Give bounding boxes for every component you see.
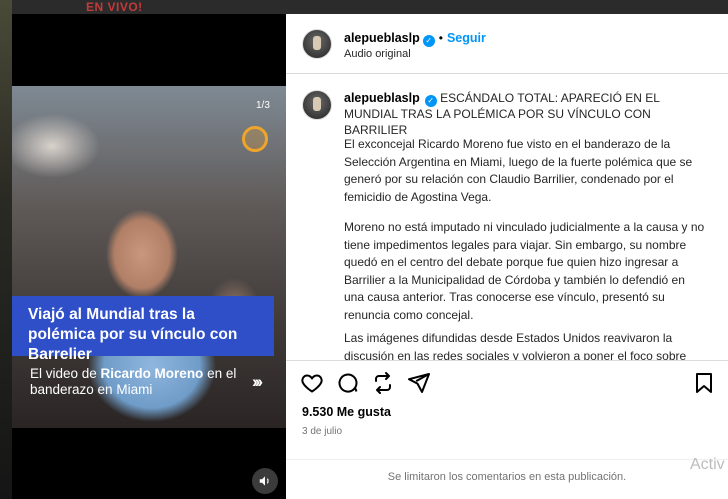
media-caption-pre: El video de — [30, 366, 101, 381]
caption-paragraph-2: Moreno no está imputado ni vinculado jud… — [344, 220, 705, 322]
background-page-strip: EN VIVO! — [0, 0, 728, 14]
post-actions: 9.530 Me gusta 3 de julio Se limitaron l… — [286, 360, 728, 499]
post-panel: alepueblaslp ✓ • Seguir Audio original alep… — [286, 14, 728, 499]
mute-button[interactable] — [252, 468, 278, 494]
background-live-label: EN VIVO! — [86, 0, 143, 14]
post-header: alepueblaslp ✓ • Seguir Audio original — [286, 14, 728, 74]
background-page-edge — [0, 0, 12, 499]
share-icon[interactable] — [407, 371, 431, 395]
comment-icon[interactable] — [336, 371, 360, 395]
caption-paragraph-1: El exconcejal Ricardo Moreno fue visto e… — [344, 137, 693, 204]
sun-logo-icon — [242, 126, 268, 152]
carousel-counter: 1/3 — [256, 100, 270, 111]
caption-verified-badge-icon: ✓ — [424, 95, 437, 107]
caption-avatar[interactable] — [302, 90, 332, 120]
likes-count[interactable]: 9.530 Me gusta — [302, 405, 391, 419]
caption-title-block: alepueblaslp ✓ ESCÁNDALO TOTAL: APARECIÓ … — [344, 91, 704, 138]
bookmark-icon[interactable] — [692, 371, 716, 395]
post-header-line: alepueblaslp ✓ • Seguir — [344, 29, 486, 47]
media-caption: El video de Ricardo Moreno en el bandera… — [30, 366, 240, 398]
follow-button[interactable]: Seguir — [447, 31, 486, 45]
separator-dot: • — [438, 31, 443, 45]
post-caption-scroll[interactable]: alepueblaslp ✓ ESCÁNDALO TOTAL: APARECIÓ … — [286, 75, 728, 360]
heart-icon[interactable] — [300, 371, 324, 395]
caption-username[interactable]: alepueblaslp — [344, 91, 420, 105]
media-caption-name: Ricardo Moreno — [100, 366, 204, 381]
post-date[interactable]: 3 de julio — [302, 426, 342, 437]
caption-paragraph-3: Las imágenes difundidas desde Estados Un… — [344, 331, 687, 360]
repost-icon[interactable] — [371, 371, 395, 395]
windows-activation-watermark: Activ — [690, 456, 725, 473]
author-avatar[interactable] — [302, 29, 332, 59]
verified-badge-icon: ✓ — [422, 35, 435, 47]
media-viewer[interactable]: 1/3 Viajó al Mundial tras la polémica po… — [12, 14, 286, 499]
audio-link[interactable]: Audio original — [344, 48, 411, 60]
media-headline: Viajó al Mundial tras la polémica por su… — [12, 296, 274, 363]
author-username[interactable]: alepueblaslp — [344, 31, 420, 45]
comments-closed-notice: Se limitaron los comentarios en esta pub… — [286, 459, 728, 499]
next-arrows-icon: ››› — [252, 372, 263, 391]
speaker-icon — [259, 476, 269, 486]
